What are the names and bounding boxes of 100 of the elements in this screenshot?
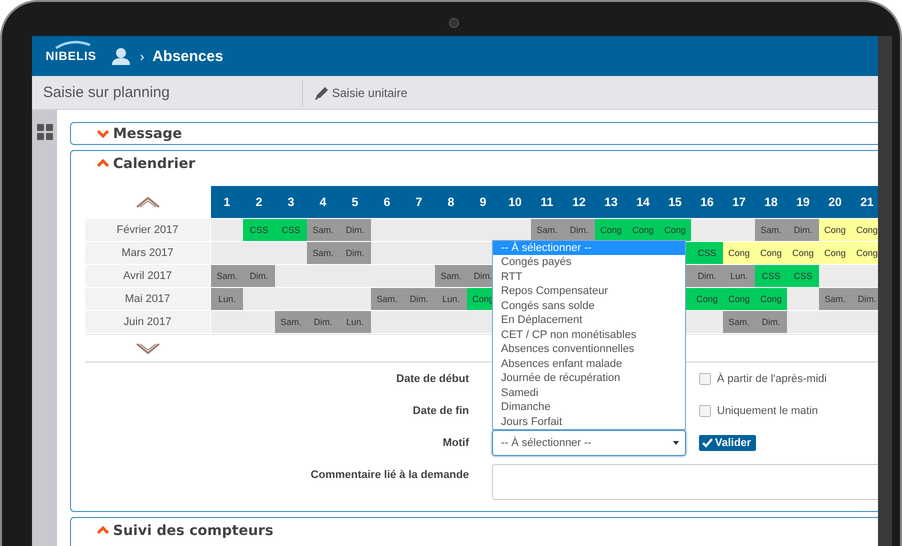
panel-title[interactable]: Suivi des compteurs — [113, 522, 274, 538]
expand-icon[interactable] — [97, 128, 109, 139]
scroll-down-icon[interactable] — [134, 341, 160, 355]
check-icon — [702, 438, 713, 448]
day-number: 2 — [254, 194, 264, 211]
day-cell[interactable]: Lun. — [435, 288, 467, 310]
day-cell[interactable]: Sam. — [435, 265, 467, 287]
day-cell[interactable]: Dim. — [403, 288, 435, 310]
day-cell[interactable]: Sam. — [755, 219, 787, 241]
dropdown-option[interactable]: Journée de récupération — [493, 371, 685, 386]
collapse-icon[interactable] — [97, 525, 109, 536]
panel-title[interactable]: Message — [113, 126, 182, 142]
day-cell[interactable]: Cong — [691, 288, 723, 310]
day-cell[interactable]: Sam. — [307, 242, 339, 264]
day-cell[interactable]: Sam. — [819, 288, 851, 310]
day-cell[interactable]: Lun. — [339, 311, 371, 333]
dropdown-option[interactable]: Jours Forfait — [493, 414, 685, 429]
validate-button[interactable]: Valider — [699, 435, 756, 451]
day-cell[interactable]: Lun. — [211, 288, 243, 310]
day-number: 17 — [731, 194, 747, 211]
grid-icon[interactable] — [36, 124, 52, 140]
day-cell[interactable]: Dim. — [307, 311, 339, 333]
field-label: Date de fin — [412, 405, 469, 417]
day-cell[interactable]: Cong — [723, 288, 755, 310]
toolbar-title: Saisie sur planning — [42, 84, 171, 101]
breadcrumb-separator: › — [140, 48, 144, 64]
day-cell[interactable]: Cong — [819, 242, 851, 264]
day-number: 12 — [571, 194, 587, 211]
day-number: 14 — [635, 194, 651, 211]
day-cell[interactable]: Dim. — [563, 219, 595, 241]
day-cell[interactable]: Dim. — [851, 288, 878, 310]
day-cell[interactable]: Dim. — [755, 311, 787, 333]
dropdown-option[interactable]: Absences conventionnelles — [493, 342, 685, 356]
day-cell[interactable]: CSS — [691, 242, 723, 264]
day-number: 16 — [699, 194, 715, 211]
checkbox[interactable] — [699, 373, 711, 385]
checkbox-label[interactable]: À partir de l'après-midi — [717, 373, 827, 385]
day-number: 7 — [414, 194, 424, 211]
day-number: 9 — [478, 194, 488, 211]
day-number: 20 — [827, 194, 843, 211]
field-label: Motif — [442, 437, 469, 449]
day-cell[interactable]: Dim. — [787, 219, 819, 241]
day-cell[interactable]: CSS — [787, 265, 819, 287]
day-number: 19 — [795, 194, 811, 211]
day-number: 4 — [318, 194, 328, 211]
day-cell[interactable]: Cong — [659, 219, 691, 241]
day-cell[interactable]: Cong — [755, 288, 787, 310]
page-title: Absences — [152, 48, 224, 64]
dropdown-option[interactable]: Dimanche — [493, 400, 685, 414]
entry-button[interactable]: Saisie unitaire — [302, 80, 408, 106]
comment-field[interactable] — [492, 464, 878, 500]
day-cell[interactable]: Cong — [819, 219, 851, 241]
day-number: 18 — [763, 194, 779, 211]
day-cell[interactable]: Sam. — [371, 288, 403, 310]
checkbox[interactable] — [699, 405, 711, 417]
day-cell[interactable]: Dim. — [339, 219, 371, 241]
day-number: 1 — [222, 194, 232, 211]
day-cell[interactable]: CSS — [755, 265, 787, 287]
dropdown-field[interactable]: -- À sélectionner -- — [492, 430, 686, 456]
day-cell[interactable]: Dim. — [243, 265, 275, 287]
day-cell[interactable]: Sam. — [275, 311, 307, 333]
day-cell[interactable]: CSS — [243, 219, 275, 241]
dropdown-option[interactable]: Absences enfant malade — [493, 356, 685, 371]
collapse-icon[interactable] — [97, 158, 109, 169]
day-number: 5 — [350, 194, 360, 211]
dropdown-option[interactable]: -- À sélectionner -- — [493, 240, 685, 255]
checkbox-label[interactable]: Uniquement le matin — [717, 405, 818, 417]
day-cell[interactable]: Cong — [627, 219, 659, 241]
user-icon[interactable] — [112, 47, 130, 65]
panel-title[interactable]: Calendrier — [113, 156, 196, 172]
day-number: 8 — [446, 194, 456, 211]
day-cell[interactable]: Sam. — [531, 219, 563, 241]
day-number: 21 — [859, 194, 875, 211]
day-cell[interactable]: Dim. — [339, 242, 371, 264]
dropdown-option[interactable]: Samedi — [493, 386, 685, 400]
day-cell[interactable]: Lun. — [723, 265, 755, 287]
day-cell[interactable]: Cong — [787, 242, 819, 264]
day-cell[interactable]: Cong — [851, 219, 878, 241]
day-cell[interactable]: Dim. — [691, 265, 723, 287]
day-cell[interactable]: Cong — [595, 219, 627, 241]
day-number: 3 — [286, 194, 296, 211]
field-label: Date de début — [395, 373, 469, 385]
scroll-up-icon[interactable] — [134, 195, 160, 209]
day-cell[interactable]: CSS — [275, 219, 307, 241]
day-cell[interactable]: Cong — [755, 242, 787, 264]
day-cell[interactable]: Sam. — [307, 219, 339, 241]
day-number: 11 — [540, 194, 554, 211]
day-cell[interactable]: Sam. — [211, 265, 243, 287]
day-cell[interactable]: Sam. — [723, 311, 755, 333]
day-number: 15 — [667, 194, 683, 211]
day-cell[interactable]: Cong — [723, 242, 755, 264]
day-cell[interactable]: Cong — [851, 242, 878, 264]
pencil-icon — [314, 85, 329, 100]
day-number: 13 — [603, 194, 619, 211]
caret-icon — [673, 441, 679, 445]
dropdown-option[interactable]: En Déplacement — [493, 313, 685, 328]
dropdown-option[interactable]: CET / CP non monétisables — [493, 328, 685, 342]
field-label: Commentaire lié à la demande — [310, 469, 469, 481]
day-number: 6 — [382, 194, 392, 211]
logo: NIBELIS — [46, 49, 96, 63]
